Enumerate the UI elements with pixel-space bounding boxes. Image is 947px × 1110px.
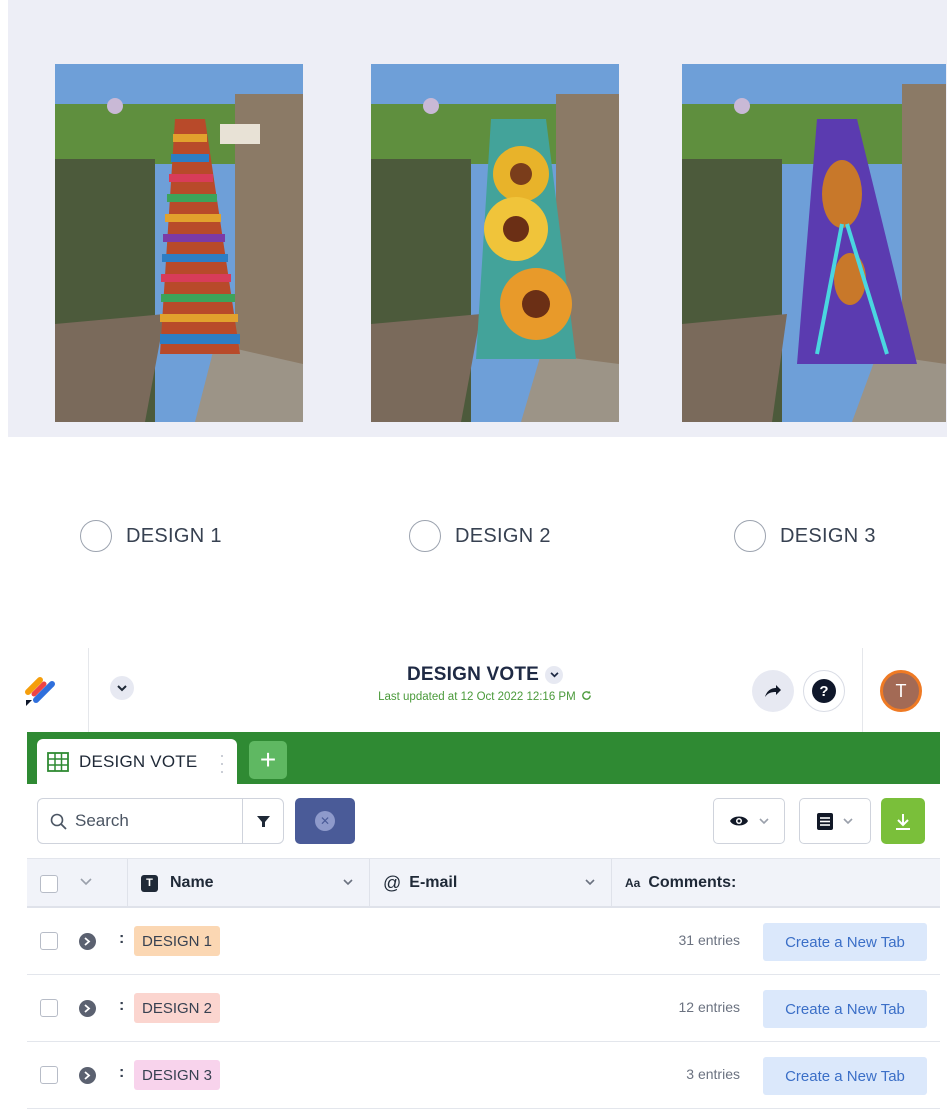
page-title-text: DESIGN VOTE <box>406 664 540 685</box>
table-row: : DESIGN 1 31 entries Create a New Tab <box>27 908 940 975</box>
filter-icon <box>256 815 270 827</box>
chevron-down-icon <box>117 684 127 691</box>
column-email-label: E-mail <box>409 874 458 891</box>
last-updated-label: Last updated at 12 Oct 2022 12:16 PM <box>378 691 576 703</box>
design-2-option[interactable]: DESIGN 2 <box>409 518 551 554</box>
page-title[interactable]: DESIGN VOTE <box>340 664 630 686</box>
download-icon <box>896 813 910 830</box>
design-1-label: DESIGN 1 <box>126 524 222 547</box>
header-divider-right <box>862 648 863 732</box>
design-2-image <box>371 64 619 422</box>
design-pill[interactable]: DESIGN 1 <box>134 926 221 956</box>
table-grid-icon <box>47 751 69 772</box>
row-expand-button[interactable] <box>79 933 96 950</box>
text-field-icon: T <box>141 874 158 892</box>
column-divider <box>611 859 612 907</box>
chevron-right-icon <box>84 937 91 946</box>
row-expand-button[interactable] <box>79 1000 96 1017</box>
design-pill[interactable]: DESIGN 2 <box>134 993 221 1023</box>
email-field-icon: @ <box>383 872 402 893</box>
clear-filter-button[interactable]: ✕ <box>295 798 355 844</box>
chevron-down-icon[interactable] <box>79 873 93 891</box>
tab-options-icon[interactable]: · · · <box>219 746 225 780</box>
column-header-email[interactable]: @ E-mail <box>383 859 457 907</box>
row-checkbox[interactable] <box>40 999 58 1017</box>
download-button[interactable] <box>881 798 925 844</box>
design-gallery <box>8 0 947 437</box>
table-header: T Name @ E-mail Aa Comments: <box>27 858 940 908</box>
add-tab-button[interactable]: + <box>249 741 287 779</box>
tab-label: DESIGN VOTE <box>79 751 198 771</box>
filter-button[interactable] <box>242 798 284 844</box>
list-icon <box>817 812 833 830</box>
entries-count: 3 entries <box>686 1066 740 1082</box>
table-toolbar: ✕ <box>27 784 940 858</box>
create-new-tab-button[interactable]: Create a New Tab <box>763 990 927 1028</box>
design-1-radio[interactable] <box>80 520 112 552</box>
share-arrow-icon <box>765 685 781 697</box>
chevron-right-icon <box>84 1004 91 1013</box>
search-input[interactable] <box>75 811 225 831</box>
column-divider <box>127 859 128 907</box>
design-3-radio[interactable] <box>734 520 766 552</box>
column-comments-label: Comments: <box>648 874 737 891</box>
doc-title-area: DESIGN VOTE Last updated at 12 Oct 2022 … <box>340 664 630 703</box>
app-menu-dropdown[interactable] <box>110 676 134 700</box>
help-button[interactable]: ? <box>803 670 845 712</box>
refresh-icon[interactable] <box>581 690 592 701</box>
share-button[interactable] <box>752 670 794 712</box>
chevron-right-icon <box>84 1071 91 1080</box>
chevron-down-icon <box>843 817 853 824</box>
select-all-checkbox[interactable] <box>40 875 58 893</box>
eye-icon <box>730 816 748 826</box>
create-new-tab-button[interactable]: Create a New Tab <box>763 923 927 961</box>
create-new-tab-button[interactable]: Create a New Tab <box>763 1057 927 1095</box>
row-separator: : <box>119 930 125 947</box>
design-3-label: DESIGN 3 <box>780 524 876 547</box>
column-header-comments[interactable]: Aa Comments: <box>625 859 736 907</box>
long-text-field-icon: Aa <box>625 876 641 890</box>
chevron-down-icon <box>759 817 769 824</box>
column-header-name[interactable]: T Name <box>141 859 214 907</box>
table-row: : DESIGN 3 3 entries Create a New Tab <box>27 1042 940 1109</box>
layout-options-button[interactable] <box>799 798 871 844</box>
column-divider <box>369 859 370 907</box>
row-expand-button[interactable] <box>79 1067 96 1084</box>
tab-design-vote[interactable]: DESIGN VOTE · · · <box>37 739 237 784</box>
design-2-radio[interactable] <box>409 520 441 552</box>
view-options-button[interactable] <box>713 798 785 844</box>
table-row: : DESIGN 2 12 entries Create a New Tab <box>27 975 940 1042</box>
column-name-label: Name <box>170 874 214 891</box>
search-icon <box>50 813 67 830</box>
chevron-down-icon <box>549 672 559 678</box>
design-1-image <box>55 64 303 422</box>
design-pill[interactable]: DESIGN 3 <box>134 1060 221 1090</box>
close-icon: ✕ <box>315 811 335 831</box>
chevron-down-icon[interactable] <box>342 876 354 890</box>
last-updated-text: Last updated at 12 Oct 2022 12:16 PM <box>340 690 630 703</box>
row-checkbox[interactable] <box>40 932 58 950</box>
design-1-option[interactable]: DESIGN 1 <box>80 518 222 554</box>
design-3-image <box>682 64 946 422</box>
chevron-down-icon[interactable] <box>584 876 596 890</box>
app-header: DESIGN VOTE Last updated at 12 Oct 2022 … <box>0 648 947 732</box>
design-3-option[interactable]: DESIGN 3 <box>734 518 876 554</box>
search-box[interactable] <box>37 798 243 844</box>
row-checkbox[interactable] <box>40 1066 58 1084</box>
design-2-label: DESIGN 2 <box>455 524 551 547</box>
row-separator: : <box>119 997 125 1014</box>
help-icon: ? <box>812 679 836 703</box>
title-dropdown[interactable] <box>545 666 564 684</box>
entries-count: 12 entries <box>678 999 740 1015</box>
brand-logo-icon[interactable] <box>22 670 62 710</box>
header-divider <box>88 648 89 732</box>
tab-bar: DESIGN VOTE · · · + <box>27 732 940 784</box>
avatar[interactable]: T <box>880 670 922 712</box>
entries-count: 31 entries <box>678 932 740 948</box>
row-separator: : <box>119 1064 125 1081</box>
